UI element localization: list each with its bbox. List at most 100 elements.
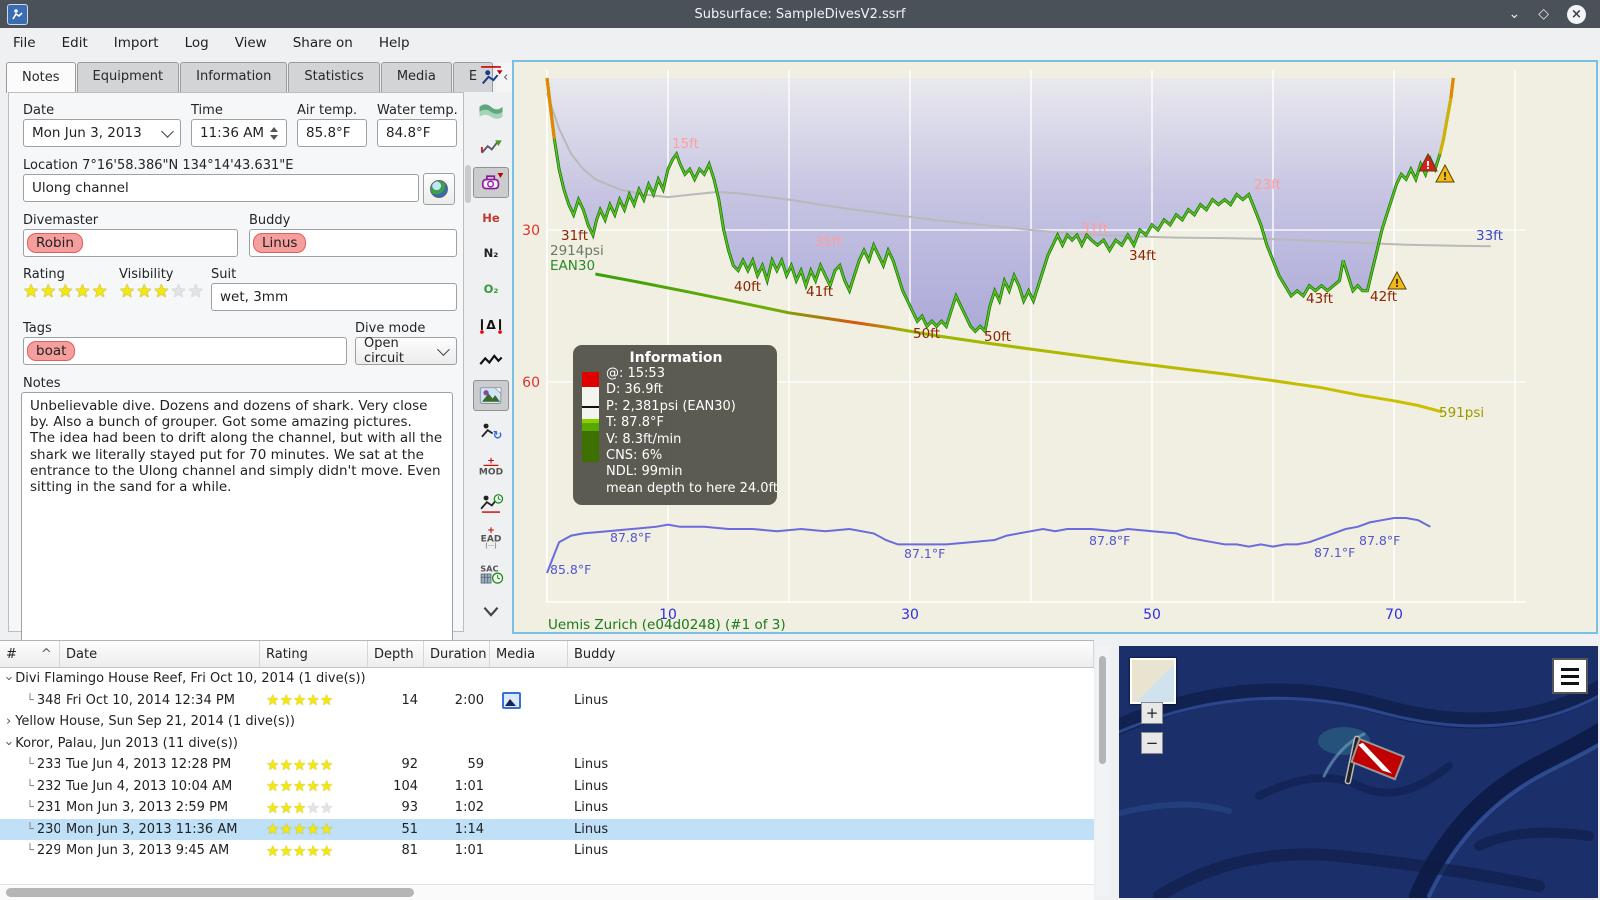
star-4: ★ — [306, 841, 320, 860]
star-5[interactable]: ★ — [92, 281, 109, 302]
location-input[interactable]: Ulong channel — [23, 174, 419, 202]
map-zoom-in-button[interactable]: + — [1141, 702, 1163, 724]
geolocation-button[interactable] — [423, 173, 455, 205]
dive-row[interactable]: └ 229 Mon Jun 3, 2013 9:45 AM ★★★★★ 81 1:01 Li… — [0, 840, 1094, 862]
map-zoom-out-button[interactable]: − — [1141, 732, 1163, 754]
trip-row[interactable]: › Koror, Palau, Jun 2013 (11 dive(s)) — [0, 733, 1094, 755]
title-bar[interactable]: Subsurface: SampleDivesV2.ssrf ⌄ ◇ × — [0, 0, 1600, 28]
airtemp-field[interactable]: 85.8°F — [297, 119, 367, 147]
tab-notes[interactable]: Notes — [6, 62, 76, 93]
menu-import[interactable]: Import — [101, 31, 172, 55]
menu-share-on[interactable]: Share on — [280, 31, 366, 55]
svg-text:MOD: MOD — [479, 467, 504, 477]
column-header-media[interactable]: Media — [490, 641, 568, 667]
tissues-icon[interactable] — [473, 131, 509, 162]
collapse-caret-icon[interactable]: › — [1, 676, 16, 681]
column-header-depth[interactable]: Depth — [368, 641, 424, 667]
suit-input[interactable]: wet, 3mm — [211, 283, 457, 311]
vscroll-thumb[interactable] — [1099, 656, 1106, 764]
collapse-caret-icon[interactable]: › — [1, 741, 16, 746]
column-header-rating[interactable]: Rating — [260, 641, 368, 667]
dive-row[interactable]: └ 348 Fri Oct 10, 2014 12:34 PM ★★★★★ 14 2:00… — [0, 690, 1094, 712]
dive-mode-icon[interactable]: ↻ — [473, 416, 509, 447]
buddy-tag[interactable]: Linus — [253, 233, 307, 253]
yellow-warning-icon[interactable]: ! — [1387, 270, 1407, 290]
collapse-chevron-icon[interactable] — [473, 595, 509, 626]
trip-row[interactable]: › Divi Flamingo House Reef, Fri Oct 10, 2… — [0, 668, 1094, 690]
depth-label: 40ft — [734, 279, 761, 295]
pp-n2-icon[interactable]: N₂ — [473, 238, 509, 269]
dive-row[interactable]: └ 233 Tue Jun 4, 2013 12:28 PM ★★★★★ 92 59 Lin… — [0, 754, 1094, 776]
menu-help[interactable]: Help — [366, 31, 423, 55]
dive-row[interactable]: └ 230 Mon Jun 3, 2013 11:36 AM ★★★★★ 51 1:14 L… — [0, 818, 1094, 840]
heart-rate-icon[interactable] — [473, 345, 509, 376]
star-3[interactable]: ★ — [57, 281, 74, 302]
tab-media[interactable]: Media — [380, 62, 452, 92]
tag-boat[interactable]: boat — [27, 341, 76, 361]
time-spinbox[interactable]: 11:36 AM — [191, 119, 287, 147]
buddy-input[interactable]: Linus — [249, 229, 457, 257]
divemaster-tag[interactable]: Robin — [27, 233, 83, 253]
tags-input[interactable]: boat — [23, 337, 347, 365]
column-header-duration[interactable]: Duration — [424, 641, 490, 667]
mod-icon[interactable]: + MOD — [473, 452, 509, 483]
water-temperature-line — [546, 517, 1431, 574]
star-4[interactable]: ★ — [170, 281, 187, 302]
menu-log[interactable]: Log — [172, 31, 222, 55]
dive-row[interactable]: └ 232 Tue Jun 4, 2013 10:04 AM ★★★★★ 104 1:01… — [0, 776, 1094, 798]
photos-icon[interactable] — [473, 380, 509, 412]
star-3[interactable]: ★ — [153, 281, 170, 302]
date-combobox[interactable]: Mon Jun 3, 2013 — [23, 119, 181, 147]
star-2[interactable]: ★ — [40, 281, 57, 302]
tree-connector: └ — [26, 800, 34, 816]
map-overview-thumbnail[interactable] — [1130, 658, 1176, 704]
hscroll-thumb[interactable] — [6, 888, 414, 897]
column-header-buddy[interactable]: Buddy — [568, 641, 1094, 667]
star-5[interactable]: ★ — [188, 281, 205, 302]
tab-equipment[interactable]: Equipment — [76, 62, 180, 92]
ruler-icon[interactable]: Δ — [473, 309, 509, 340]
dive-site-map[interactable]: + − — [1119, 646, 1598, 898]
minimize-button[interactable]: ⌄ — [1508, 7, 1520, 21]
rating-stars[interactable]: ★★★★★ — [23, 281, 109, 302]
dive-depth: 51 — [401, 821, 418, 837]
pp-o2-icon[interactable]: O₂ — [473, 274, 509, 305]
star-3: ★ — [292, 755, 307, 774]
tab-information[interactable]: Information — [180, 62, 288, 92]
sac-icon[interactable]: SAC — [473, 558, 509, 589]
expand-caret-icon[interactable]: › — [6, 714, 11, 729]
column-header-date[interactable]: Date — [60, 641, 260, 667]
maximize-button[interactable]: ◇ — [1538, 7, 1549, 21]
watertemp-field[interactable]: 84.8°F — [377, 119, 457, 147]
spinner-arrows-icon[interactable] — [270, 126, 278, 140]
trip-row[interactable]: › Yellow House, Sun Sep 21, 2014 (1 dive(… — [0, 711, 1094, 733]
visibility-stars[interactable]: ★★★★★ — [119, 281, 205, 302]
deco-time-icon[interactable] — [473, 487, 509, 518]
dive-row[interactable]: └ 231 Mon Jun 3, 2013 2:59 PM ★★★★★ 93 1:02 Li… — [0, 797, 1094, 819]
star-2[interactable]: ★ — [136, 281, 153, 302]
menu-file[interactable]: File — [0, 31, 49, 55]
tab-statistics[interactable]: Statistics — [288, 62, 380, 92]
star-1[interactable]: ★ — [23, 281, 40, 302]
menu-view[interactable]: View — [222, 31, 280, 55]
divemode-select[interactable]: Open circuit — [355, 336, 457, 366]
dc-ceiling-icon[interactable] — [473, 60, 509, 91]
divemaster-input[interactable]: Robin — [23, 229, 238, 257]
ead-icon[interactable]: + EAD (···) — [473, 523, 509, 554]
star-3: ★ — [292, 798, 307, 817]
dive-list-vscrollbar[interactable] — [1096, 646, 1110, 896]
star-4[interactable]: ★ — [74, 281, 91, 302]
airtemp-label: Air temp. — [297, 103, 358, 118]
star-1[interactable]: ★ — [119, 281, 136, 302]
media-thumbnail-icon[interactable] — [502, 691, 521, 709]
yellow-warning-icon[interactable]: ! — [1435, 163, 1455, 183]
depth-label: 42ft — [1370, 289, 1397, 305]
column-header-num[interactable]: # ^ — [0, 641, 60, 667]
calculated-ceiling-icon[interactable] — [473, 96, 509, 127]
pp-he-icon[interactable]: He — [473, 202, 509, 233]
map-menu-button[interactable] — [1552, 658, 1588, 694]
close-button[interactable]: × — [1567, 4, 1586, 24]
dive-list-hscrollbar[interactable] — [0, 884, 1094, 900]
setpoint-events-icon[interactable] — [473, 166, 509, 198]
menu-edit[interactable]: Edit — [49, 31, 101, 55]
